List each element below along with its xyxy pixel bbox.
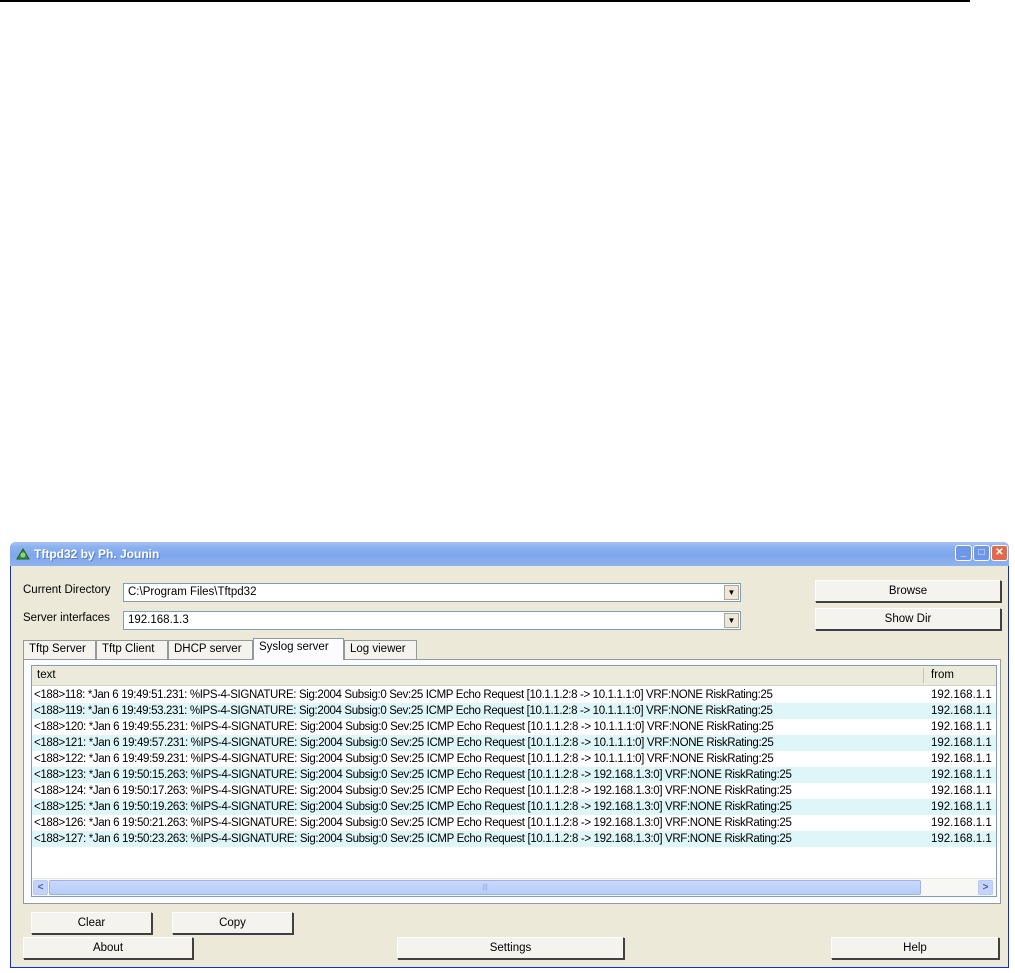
close-icon[interactable]: ✕ — [991, 545, 1008, 561]
app-icon — [16, 548, 30, 560]
log-source-cell: 192.168.1.1 — [931, 817, 992, 829]
window-title: Tftpd32 by Ph. Jounin — [34, 547, 160, 561]
help-button[interactable]: Help — [831, 937, 999, 959]
title-bar[interactable]: Tftpd32 by Ph. Jounin _ □ ✕ — [10, 542, 1009, 566]
log-message-cell: <188>120: *Jan 6 19:49:55.231: %IPS-4-SI… — [34, 721, 774, 733]
current-directory-value: C:\Program Files\Tftpd32 — [128, 586, 257, 598]
tab-log-viewer[interactable]: Log viewer — [344, 640, 417, 659]
log-message-cell: <188>123: *Jan 6 19:50:15.263: %IPS-4-SI… — [34, 769, 792, 781]
horizontal-scrollbar[interactable]: < ||| > — [32, 878, 996, 896]
log-source-cell: 192.168.1.1 — [931, 721, 992, 733]
log-source-cell: 192.168.1.1 — [931, 689, 992, 701]
dropdown-arrow-icon[interactable]: ▼ — [724, 585, 739, 600]
server-interfaces-value: 192.168.1.3 — [128, 614, 189, 626]
log-message-cell: <188>119: *Jan 6 19:49:53.231: %IPS-4-SI… — [34, 705, 773, 717]
table-row[interactable]: <188>121: *Jan 6 19:49:57.231: %IPS-4-SI… — [32, 735, 996, 751]
tab-tftp-client[interactable]: Tftp Client — [96, 640, 168, 659]
log-message-cell: <188>126: *Jan 6 19:50:21.263: %IPS-4-SI… — [34, 817, 792, 829]
current-directory-label: Current Directory — [23, 584, 111, 596]
copy-button[interactable]: Copy — [172, 912, 293, 934]
table-row[interactable]: <188>122: *Jan 6 19:49:59.231: %IPS-4-SI… — [32, 751, 996, 767]
table-row[interactable]: <188>123: *Jan 6 19:50:15.263: %IPS-4-SI… — [32, 767, 996, 783]
log-rows: <188>118: *Jan 6 19:49:51.231: %IPS-4-SI… — [32, 687, 996, 847]
log-source-cell: 192.168.1.1 — [931, 833, 992, 845]
maximize-icon[interactable]: □ — [973, 545, 990, 561]
log-source-cell: 192.168.1.1 — [931, 785, 992, 797]
log-source-cell: 192.168.1.1 — [931, 801, 992, 813]
table-row[interactable]: <188>118: *Jan 6 19:49:51.231: %IPS-4-SI… — [32, 687, 996, 703]
log-source-cell: 192.168.1.1 — [931, 753, 992, 765]
table-row[interactable]: <188>127: *Jan 6 19:50:23.263: %IPS-4-SI… — [32, 831, 996, 847]
list-header: text from — [32, 666, 996, 686]
column-divider[interactable] — [923, 668, 924, 683]
tftpd32-window: Tftpd32 by Ph. Jounin _ □ ✕ Current Dire… — [10, 542, 1009, 968]
tab-tftp-server[interactable]: Tftp Server — [23, 640, 96, 659]
log-source-cell: 192.168.1.1 — [931, 705, 992, 717]
show-dir-button[interactable]: Show Dir — [815, 608, 1001, 630]
scrollbar-thumb[interactable]: ||| — [49, 880, 921, 895]
log-message-cell: <188>118: *Jan 6 19:49:51.231: %IPS-4-SI… — [34, 689, 773, 701]
column-header-text[interactable]: text — [37, 669, 56, 681]
scroll-right-icon[interactable]: > — [978, 880, 993, 895]
server-interfaces-label: Server interfaces — [23, 612, 110, 624]
log-message-cell: <188>127: *Jan 6 19:50:23.263: %IPS-4-SI… — [34, 833, 792, 845]
column-header-from[interactable]: from — [931, 669, 954, 681]
log-message-cell: <188>121: *Jan 6 19:49:57.231: %IPS-4-SI… — [34, 737, 774, 749]
dropdown-arrow-icon[interactable]: ▼ — [724, 613, 739, 628]
log-source-cell: 192.168.1.1 — [931, 737, 992, 749]
scroll-left-icon[interactable]: < — [33, 880, 48, 895]
log-message-cell: <188>122: *Jan 6 19:49:59.231: %IPS-4-SI… — [34, 753, 774, 765]
table-row[interactable]: <188>126: *Jan 6 19:50:21.263: %IPS-4-SI… — [32, 815, 996, 831]
tab-dhcp-server[interactable]: DHCP server — [168, 640, 253, 659]
minimize-icon[interactable]: _ — [955, 545, 972, 561]
about-button[interactable]: About — [23, 937, 193, 959]
table-row[interactable]: <188>124: *Jan 6 19:50:17.263: %IPS-4-SI… — [32, 783, 996, 799]
browse-button[interactable]: Browse — [815, 580, 1001, 602]
table-row[interactable]: <188>120: *Jan 6 19:49:55.231: %IPS-4-SI… — [32, 719, 996, 735]
document-top-rule — [0, 0, 970, 2]
settings-button[interactable]: Settings — [397, 937, 624, 959]
table-row[interactable]: <188>119: *Jan 6 19:49:53.231: %IPS-4-SI… — [32, 703, 996, 719]
log-message-cell: <188>125: *Jan 6 19:50:19.263: %IPS-4-SI… — [34, 801, 792, 813]
table-row[interactable]: <188>125: *Jan 6 19:50:19.263: %IPS-4-SI… — [32, 799, 996, 815]
log-source-cell: 192.168.1.1 — [931, 769, 992, 781]
syslog-list[interactable]: text from <188>118: *Jan 6 19:49:51.231:… — [31, 665, 997, 897]
log-message-cell: <188>124: *Jan 6 19:50:17.263: %IPS-4-SI… — [34, 785, 792, 797]
syslog-panel: text from <188>118: *Jan 6 19:49:51.231:… — [23, 659, 1001, 904]
current-directory-combo[interactable]: C:\Program Files\Tftpd32 ▼ — [123, 583, 741, 602]
server-interfaces-combo[interactable]: 192.168.1.3 ▼ — [123, 611, 741, 630]
clear-button[interactable]: Clear — [31, 912, 152, 934]
tab-syslog-server[interactable]: Syslog server — [253, 638, 344, 660]
